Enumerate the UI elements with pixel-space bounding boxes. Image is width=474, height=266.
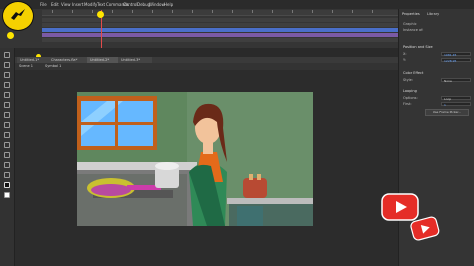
section-color-effect[interactable]: Color Effect xyxy=(403,71,471,75)
tab-library[interactable]: Library xyxy=(427,12,439,16)
menu-view[interactable]: View xyxy=(61,2,71,7)
click-highlight xyxy=(7,32,14,39)
instance-of-label: Instance of: xyxy=(403,28,424,32)
layer-row[interactable] xyxy=(10,28,398,32)
tab-properties[interactable]: Properties xyxy=(402,12,420,16)
first-field[interactable]: 1 xyxy=(441,102,471,107)
y-field[interactable]: 1228.95 xyxy=(441,58,471,63)
timeline-layers xyxy=(10,18,398,48)
layer-row[interactable] xyxy=(10,23,398,27)
options-select[interactable]: Loop xyxy=(441,96,471,101)
timeline-ruler xyxy=(42,10,398,16)
layer-row[interactable] xyxy=(10,18,398,22)
free-transform-icon[interactable] xyxy=(4,72,10,78)
click-highlight xyxy=(97,11,104,18)
tools-panel xyxy=(0,48,15,266)
brush-tool-icon[interactable] xyxy=(4,132,10,138)
bone-tool-icon[interactable] xyxy=(4,142,10,148)
fill-color-swatch[interactable] xyxy=(4,192,10,198)
object-type-label: Graphic xyxy=(403,22,417,26)
menu-help[interactable]: Help xyxy=(164,2,173,7)
line-tool-icon[interactable] xyxy=(4,102,10,108)
menu-file[interactable]: File xyxy=(40,2,47,7)
rectangle-tool-icon[interactable] xyxy=(4,112,10,118)
menu-modify[interactable]: Modify xyxy=(84,2,97,7)
section-position-size[interactable]: Position and Size xyxy=(403,45,471,49)
scene-label[interactable]: Scene 1 xyxy=(19,64,33,68)
menu-bar: File Edit View Insert Modify Text Comman… xyxy=(0,0,474,9)
bird-icon xyxy=(11,9,25,20)
menu-text[interactable]: Text xyxy=(97,2,105,7)
stroke-color-swatch[interactable] xyxy=(4,182,10,188)
x-field[interactable]: 1081.45 xyxy=(441,52,471,57)
section-looping[interactable]: Looping xyxy=(403,89,471,93)
kitchen-scene-illustration xyxy=(77,92,313,226)
selection-tool-icon[interactable] xyxy=(4,52,10,58)
stage-canvas[interactable] xyxy=(77,92,313,226)
menu-insert[interactable]: Insert xyxy=(72,2,83,7)
eyedropper-icon[interactable] xyxy=(4,162,10,168)
channel-logo xyxy=(2,1,34,31)
layer-row[interactable] xyxy=(10,33,398,37)
pencil-tool-icon[interactable] xyxy=(4,122,10,128)
text-tool-icon[interactable] xyxy=(4,92,10,98)
edit-bar: Scene 1 Symbol 1 xyxy=(15,63,398,70)
eraser-tool-icon[interactable] xyxy=(4,172,10,178)
menu-edit[interactable]: Edit xyxy=(51,2,59,7)
layer-row[interactable] xyxy=(10,38,398,42)
menu-control[interactable]: Control xyxy=(123,2,137,7)
menu-window[interactable]: Window xyxy=(149,2,165,7)
pen-tool-icon[interactable] xyxy=(4,82,10,88)
subselection-tool-icon[interactable] xyxy=(4,62,10,68)
symbol-label[interactable]: Symbol 1 xyxy=(45,64,61,68)
frame-picker-button[interactable]: Use Frame Picker... xyxy=(425,109,469,116)
style-select[interactable]: None xyxy=(441,78,471,83)
youtube-icon xyxy=(410,216,440,241)
paint-bucket-icon[interactable] xyxy=(4,152,10,158)
